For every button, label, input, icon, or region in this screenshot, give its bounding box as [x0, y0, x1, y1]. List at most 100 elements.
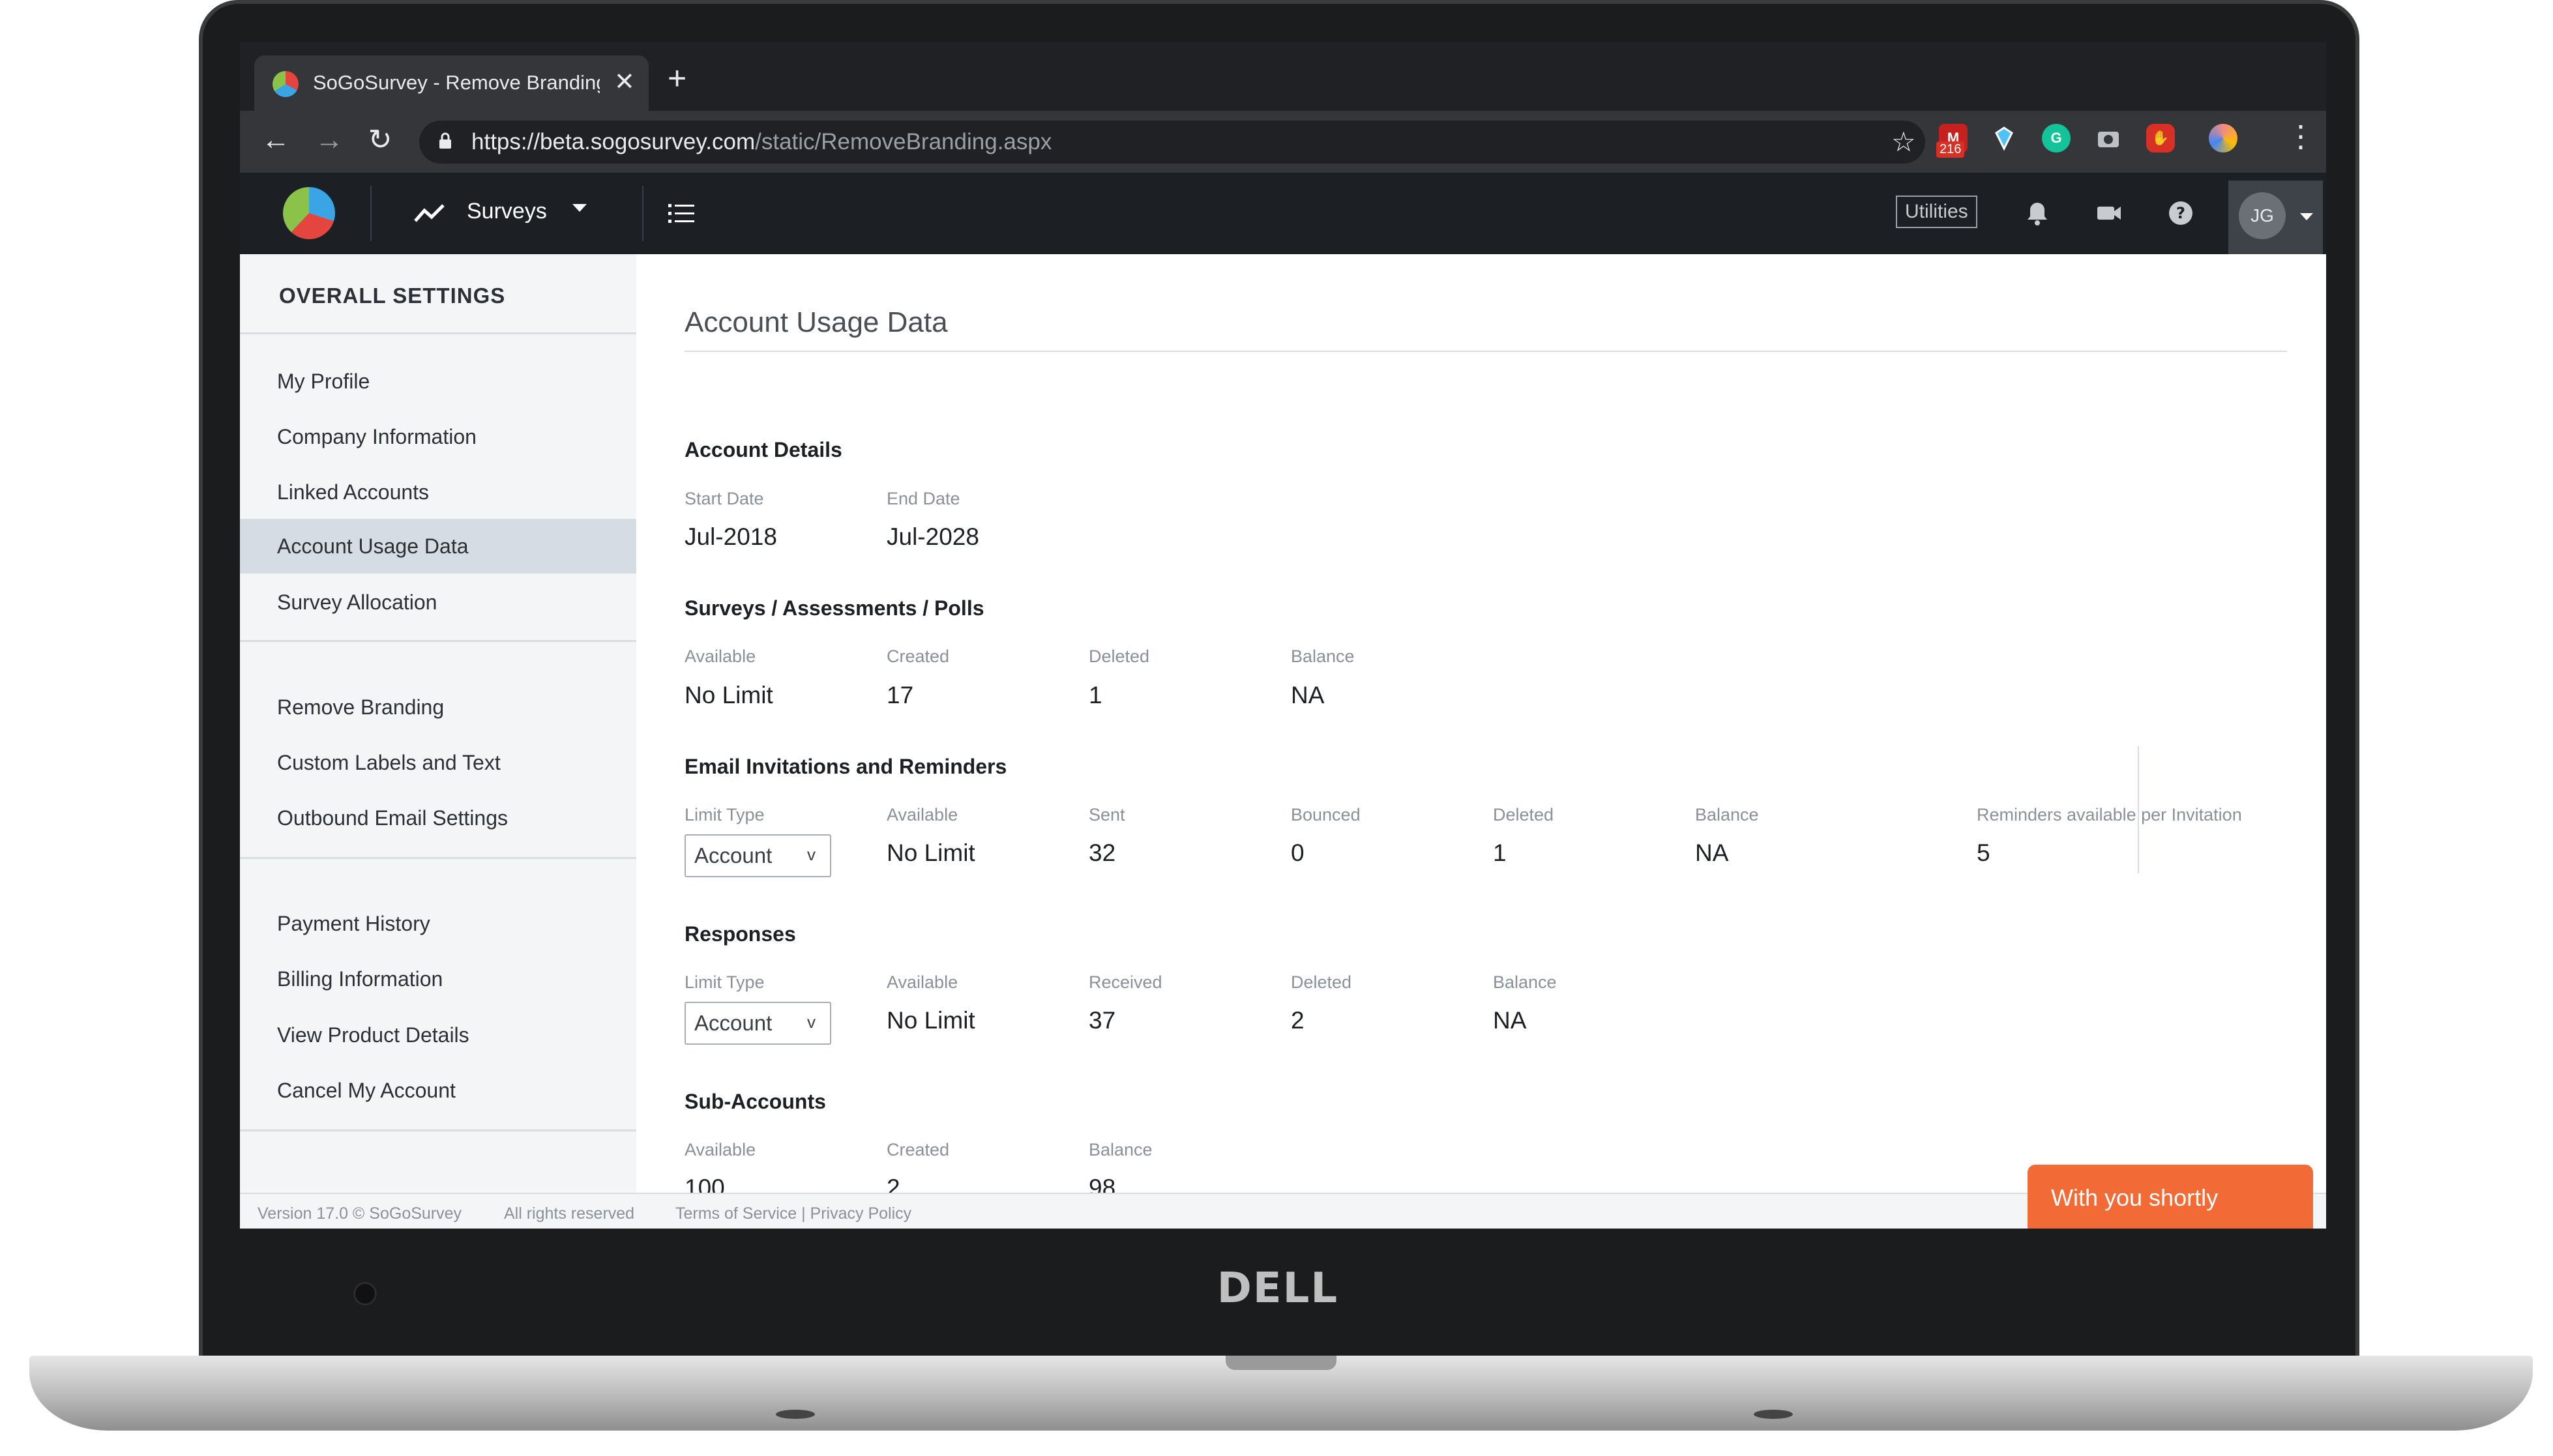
email-bounced-label: Bounced [1291, 805, 1361, 824]
responses-limit-type-select[interactable]: Account v [685, 1002, 831, 1045]
responses-deleted-label: Deleted [1291, 972, 1352, 992]
tab-title: SoGoSurvey - Remove Branding [313, 71, 600, 94]
responses-available-label: Available [887, 972, 958, 992]
sidebar-item-custom-labels[interactable]: Custom Labels and Text [240, 735, 636, 790]
url-path: /static/RemoveBranding.aspx [755, 129, 1052, 154]
app-header: Surveys Utilities ? JG [240, 173, 2326, 254]
surveys-menu[interactable]: Surveys [467, 199, 547, 224]
responses-available-value: No Limit [887, 1007, 975, 1034]
reminders-value: 5 [1977, 839, 1990, 866]
browser-toolbar: ← → ↻ https://beta.sogosurvey.com/static… [240, 111, 2326, 173]
chat-widget-button[interactable]: With you shortly [2028, 1165, 2313, 1229]
webcam [353, 1282, 377, 1305]
sidebar-item-outbound-email[interactable]: Outbound Email Settings [240, 791, 636, 845]
sidebar-item-linked-accounts[interactable]: Linked Accounts [240, 465, 636, 519]
profile-extension-icon[interactable] [2209, 124, 2237, 153]
surveys-dropdown-caret-icon[interactable] [572, 204, 587, 212]
subaccounts-available-label: Available [685, 1140, 756, 1159]
video-camera-icon[interactable] [2095, 199, 2123, 227]
sidebar-item-view-product-details[interactable]: View Product Details [240, 1008, 636, 1062]
responses-limit-type-label: Limit Type [685, 972, 765, 992]
laptop-brand-logo: DELL [1217, 1264, 1339, 1313]
browser-menu-icon[interactable]: ⋮ [2286, 119, 2316, 154]
surveys-available-value: No Limit [685, 682, 773, 708]
browser-tab[interactable]: SoGoSurvey - Remove Branding ✕ [254, 55, 649, 111]
user-menu-caret-icon [2300, 213, 2313, 220]
trend-line-icon [414, 204, 445, 222]
sidebar-divider [240, 857, 636, 859]
email-available-value: No Limit [887, 839, 975, 866]
responses-heading: Responses [685, 922, 796, 946]
lock-icon [439, 132, 451, 149]
end-date-value: Jul-2028 [887, 523, 979, 550]
diamond-extension-icon[interactable] [1990, 124, 2018, 153]
email-balance-label: Balance [1695, 805, 1759, 824]
email-limit-type-select[interactable]: Account v [685, 834, 831, 877]
email-bounced-value: 0 [1291, 839, 1305, 866]
page-title: Account Usage Data [685, 306, 948, 338]
adblock-extension-icon[interactable]: ✋ [2146, 124, 2175, 153]
back-icon[interactable]: ← [258, 123, 293, 158]
email-deleted-value: 1 [1493, 839, 1507, 866]
grammarly-extension-icon[interactable]: G [2042, 124, 2071, 153]
bell-icon[interactable] [2023, 199, 2052, 227]
email-deleted-label: Deleted [1493, 805, 1554, 824]
user-menu[interactable]: JG [2228, 181, 2323, 254]
surveys-available-label: Available [685, 647, 756, 666]
email-balance-value: NA [1695, 839, 1729, 866]
sidebar-item-company-information[interactable]: Company Information [240, 409, 636, 464]
close-tab-icon[interactable]: ✕ [614, 67, 635, 96]
surveys-heading: Surveys / Assessments / Polls [685, 596, 984, 620]
utilities-button[interactable]: Utilities [1896, 196, 1977, 228]
responses-limit-type-value: Account [694, 1011, 773, 1035]
sidebar-title: OVERALL SETTINGS [279, 284, 506, 308]
settings-sidebar: OVERALL SETTINGS My Profile Company Info… [240, 254, 636, 1193]
email-available-label: Available [887, 805, 958, 824]
svg-text:?: ? [2176, 204, 2185, 222]
browser-tabbar: SoGoSurvey - Remove Branding ✕ + [240, 42, 2326, 111]
sidebar-item-billing-information[interactable]: Billing Information [240, 952, 636, 1006]
new-tab-icon[interactable]: + [668, 62, 686, 95]
email-limit-type-label: Limit Type [685, 805, 765, 824]
url-text: https://beta.sogosurvey.com/static/Remov… [471, 129, 1052, 155]
chevron-down-icon: v [807, 845, 816, 864]
subaccounts-heading: Sub-Accounts [685, 1090, 826, 1113]
start-date-label: Start Date [685, 489, 764, 508]
url-host: https://beta.sogosurvey.com [471, 129, 756, 154]
surveys-created-value: 17 [887, 682, 914, 708]
email-heading: Email Invitations and Reminders [685, 755, 1007, 778]
camera-extension-icon[interactable] [2094, 124, 2123, 153]
email-sent-label: Sent [1089, 805, 1125, 824]
header-divider [370, 186, 372, 241]
surveys-deleted-label: Deleted [1089, 647, 1150, 666]
gmail-count-badge: 216 [1936, 141, 1965, 158]
address-bar[interactable]: https://beta.sogosurvey.com/static/Remov… [419, 121, 1925, 164]
end-date-label: End Date [887, 489, 960, 508]
sidebar-item-account-usage-data[interactable]: Account Usage Data [240, 519, 636, 574]
sidebar-item-remove-branding[interactable]: Remove Branding [240, 680, 636, 735]
screen: SoGoSurvey - Remove Branding ✕ + ← → ↻ h… [240, 42, 2326, 1229]
page-footer: Version 17.0 © SoGoSurvey All rights res… [240, 1193, 2326, 1229]
sidebar-item-cancel-account[interactable]: Cancel My Account [240, 1063, 636, 1118]
header-divider [642, 186, 643, 241]
sidebar-divider [240, 332, 636, 334]
sidebar-item-survey-allocation[interactable]: Survey Allocation [240, 575, 636, 630]
footer-links[interactable]: Terms of Service | Privacy Policy [675, 1204, 911, 1223]
responses-balance-value: NA [1493, 1007, 1527, 1034]
sogosurvey-logo-icon[interactable] [283, 187, 335, 239]
help-icon[interactable]: ? [2166, 199, 2195, 227]
list-menu-icon[interactable] [668, 201, 694, 225]
surveys-balance-label: Balance [1291, 647, 1355, 666]
subaccounts-balance-label: Balance [1089, 1140, 1153, 1159]
bookmark-star-icon[interactable]: ☆ [1891, 126, 1916, 158]
surveys-deleted-value: 1 [1089, 682, 1102, 708]
subaccounts-created-label: Created [887, 1140, 950, 1159]
main-content: Account Usage Data Account Details Start… [636, 254, 2326, 1201]
account-details-heading: Account Details [685, 438, 842, 461]
sidebar-item-my-profile[interactable]: My Profile [240, 354, 636, 409]
footer-version: Version 17.0 © SoGoSurvey [258, 1204, 462, 1223]
sidebar-item-payment-history[interactable]: Payment History [240, 896, 636, 951]
reload-icon[interactable]: ↻ [362, 123, 398, 158]
avatar: JG [2239, 192, 2286, 239]
forward-icon[interactable]: → [312, 123, 347, 158]
